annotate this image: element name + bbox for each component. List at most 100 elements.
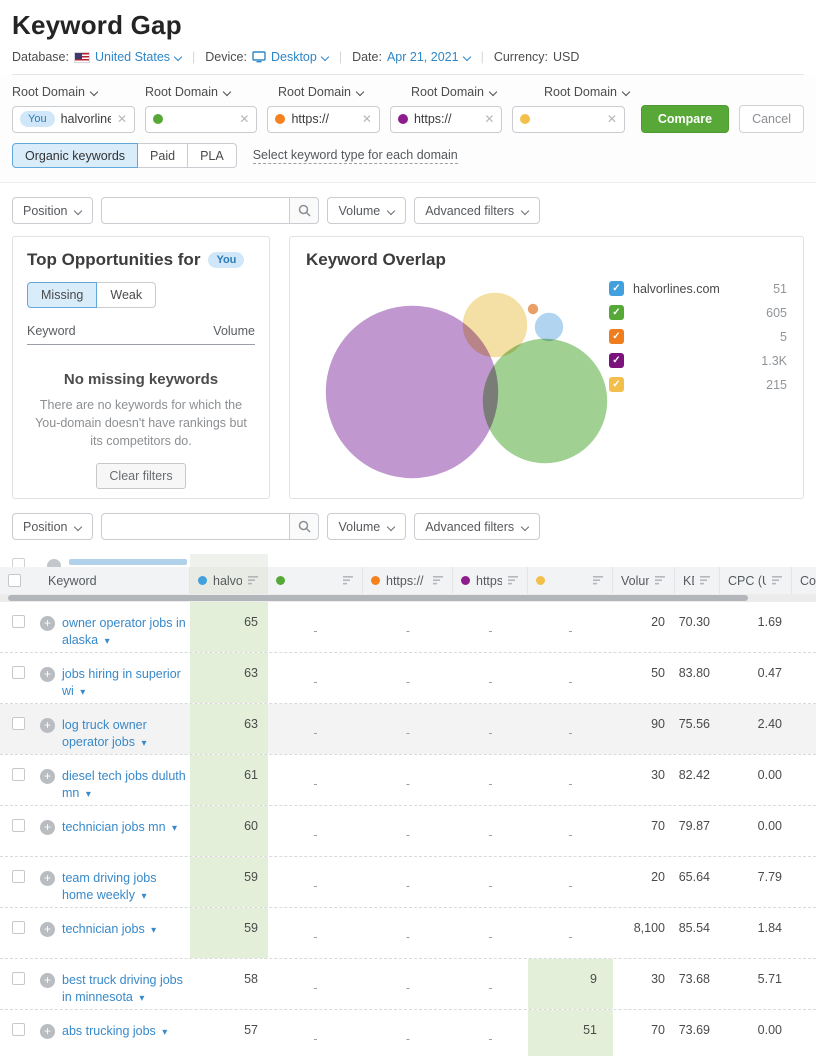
position-cell: - [453,908,528,958]
advanced-filters[interactable]: Advanced filters [414,197,540,224]
position-filter[interactable]: Position [12,513,93,540]
row-checkbox[interactable] [12,615,25,628]
keyword-link[interactable]: log truck owner operator jobs ▾ [62,717,186,754]
clear-input-icon[interactable]: ✕ [362,112,372,126]
clear-input-icon[interactable]: ✕ [117,112,127,126]
compare-button[interactable]: Compare [641,105,729,133]
row-checkbox[interactable] [12,717,25,730]
add-keyword-button[interactable]: + [40,667,55,682]
position-filter[interactable]: Position [12,197,93,224]
row-checkbox[interactable] [12,768,25,781]
position-cell: - [268,602,363,652]
clear-input-icon[interactable]: ✕ [239,112,249,126]
device-selector[interactable]: Device: Desktop [205,50,329,64]
clear-input-icon[interactable]: ✕ [607,112,617,126]
legend-checkbox[interactable]: ✓ [609,281,624,296]
root-domain-selector[interactable]: Root Domain [12,85,135,99]
keyword-link[interactable]: diesel tech jobs duluth mn ▾ [62,768,186,805]
cpc-cell: 7.79 [720,857,792,907]
sort-icon[interactable] [433,576,444,585]
volume-filter[interactable]: Volume [327,513,406,540]
search-button[interactable] [289,197,319,224]
add-keyword-button[interactable]: + [40,718,55,733]
sort-icon[interactable] [655,576,666,585]
legend-checkbox[interactable]: ✓ [609,329,624,344]
chevron-down-icon [356,88,364,96]
column-header-volume[interactable]: Volume [613,567,675,594]
add-keyword-button[interactable]: + [40,616,55,631]
legend-checkbox[interactable]: ✓ [609,353,624,368]
domain-input-4[interactable]: https:// ✕ [390,106,502,133]
root-domain-selector[interactable]: Root Domain [278,85,401,99]
legend-checkbox[interactable]: ✓ [609,377,624,392]
keyword-link[interactable]: best truck driving jobs in minnesota ▾ [62,972,186,1009]
add-keyword-button[interactable]: + [40,1024,55,1039]
add-keyword-button[interactable]: + [40,769,55,784]
domain-input-you[interactable]: You halvorlines.com ✕ [12,106,135,133]
tab-paid[interactable]: Paid [138,143,188,168]
row-checkbox[interactable] [12,819,25,832]
sort-icon[interactable] [508,576,519,585]
position-cell: - [528,857,613,907]
domain-input-5[interactable]: ✕ [512,106,624,133]
root-domain-selector[interactable]: Root Domain [411,85,534,99]
add-keyword-button[interactable]: + [40,922,55,937]
date-selector[interactable]: Date: Apr 21, 2021 [352,50,470,64]
position-cell: - [268,806,363,856]
sort-icon[interactable] [772,576,783,585]
keyword-link[interactable]: abs trucking jobs ▾ [62,1023,167,1056]
row-checkbox[interactable] [12,870,25,883]
position-cell: - [453,959,528,1009]
row-checkbox[interactable] [12,666,25,679]
column-header-halvorlin-[interactable]: halvorlin... [190,567,268,594]
select-all-checkbox[interactable] [8,574,21,587]
add-keyword-button[interactable]: + [40,871,55,886]
green-dot-icon [153,114,163,124]
sort-icon[interactable] [248,576,259,585]
column-header-cpc-usd-[interactable]: CPC (USD) [720,567,792,594]
you-badge: You [20,111,55,127]
select-keyword-type-link[interactable]: Select keyword type for each domain [253,148,458,164]
tab-weak[interactable]: Weak [97,282,156,308]
keyword-link[interactable]: owner operator jobs in alaska ▾ [62,615,186,652]
search-input[interactable] [101,513,289,540]
root-domain-selector[interactable]: Root Domain [145,85,268,99]
column-header-https-[interactable]: https:// .. [453,567,528,594]
scrollbar-thumb[interactable] [8,595,748,601]
add-keyword-button[interactable]: + [40,820,55,835]
sort-icon[interactable] [593,576,604,585]
date-value[interactable]: Apr 21, 2021 [387,50,459,64]
clear-filters-button[interactable]: Clear filters [96,463,185,489]
tab-organic-keywords[interactable]: Organic keywords [12,143,138,168]
row-checkbox[interactable] [12,1023,25,1036]
database-selector[interactable]: Database: United States [12,50,182,64]
search-input[interactable] [101,197,289,224]
search-button[interactable] [289,513,319,540]
keyword-link[interactable]: team driving jobs home weekly ▾ [62,870,186,907]
keyword-link[interactable]: technician jobs ▾ [62,921,156,958]
sort-icon[interactable] [343,576,354,585]
device-value[interactable]: Desktop [271,50,317,64]
clear-input-icon[interactable]: ✕ [484,112,494,126]
column-header-competitor[interactable] [268,567,363,594]
sort-icon[interactable] [700,576,711,585]
add-keyword-button[interactable]: + [40,973,55,988]
tab-pla[interactable]: PLA [188,143,237,168]
domain-input-2[interactable]: ✕ [145,106,257,133]
domain-input-3[interactable]: https:// ✕ [267,106,379,133]
column-header-kd-[interactable]: KD% [675,567,720,594]
legend-checkbox[interactable]: ✓ [609,305,624,320]
volume-filter[interactable]: Volume [327,197,406,224]
row-checkbox[interactable] [12,972,25,985]
cancel-button[interactable]: Cancel [739,105,804,133]
row-checkbox[interactable] [12,921,25,934]
tab-missing[interactable]: Missing [27,282,97,308]
root-domain-selector[interactable]: Root Domain [544,85,667,99]
column-header-https-[interactable]: https:// ... [363,567,453,594]
database-value[interactable]: United States [95,50,170,64]
keyword-link[interactable]: technician jobs mn ▾ [62,819,177,856]
kd-cell: 70.30 [675,602,720,652]
advanced-filters[interactable]: Advanced filters [414,513,540,540]
column-header-competitor[interactable] [528,567,613,594]
keyword-link[interactable]: jobs hiring in superior wi ▾ [62,666,186,703]
